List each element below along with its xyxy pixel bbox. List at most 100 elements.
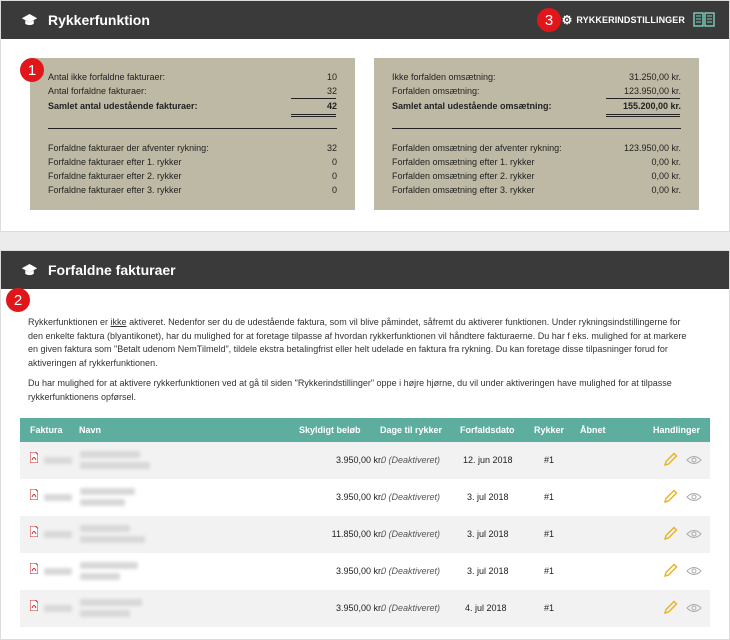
col-skyldigt-beloeb[interactable]: Skyldigt beløb <box>299 425 361 435</box>
total-double-line <box>606 114 680 117</box>
col-dage-til-rykker[interactable]: Dage til rykker <box>380 425 442 435</box>
summary-total-row: Samlet antal udestående fakturaer: 42 <box>48 101 337 111</box>
annotation-badge-2: 2 <box>6 288 30 312</box>
reminder-number: #1 <box>544 566 555 576</box>
summary-label: Forfalden omsætning: <box>392 86 480 96</box>
summary-label: Forfalden omsætning efter 1. rykker <box>392 157 535 167</box>
summary-total-value: 155.200,00 kr. <box>622 101 681 111</box>
table-row[interactable]: 3.950,00 kr. 0 (Deaktiveret) 4. jul 2018… <box>20 590 710 627</box>
summary-label: Forfalden omsætning der afventer rykning… <box>392 143 562 153</box>
summary-value: 10 <box>326 72 337 82</box>
settings-link-label: RYKKERINDSTILLINGER <box>576 15 685 25</box>
summary-label: Forfaldne fakturaer efter 2. rykker <box>48 171 182 181</box>
due-date: 3. jul 2018 <box>467 492 509 502</box>
summary-row: Ikke forfalden omsætning: 31.250,00 kr. <box>392 72 681 82</box>
col-navn[interactable]: Navn <box>79 425 101 435</box>
col-rykker[interactable]: Rykker <box>534 425 564 435</box>
reminder-number: #1 <box>544 492 555 502</box>
description-paragraph-2: Du har mulighed for at aktivere rykkerfu… <box>28 378 672 402</box>
description-emphasis: ikke <box>110 317 127 327</box>
summary-label: Antal forfaldne fakturaer: <box>48 86 147 96</box>
due-date: 12. jun 2018 <box>463 455 513 465</box>
book-icon[interactable] <box>693 11 715 29</box>
summary-total-row: Samlet antal udestående omsætning: 155.2… <box>392 101 681 111</box>
summary-row: Forfaldne fakturaer efter 3. rykker 0 <box>48 185 337 195</box>
summary-row: Forfalden omsætning der afventer rykning… <box>392 143 681 153</box>
eye-icon[interactable] <box>686 492 702 502</box>
divider <box>392 128 681 129</box>
col-forfaldsdato[interactable]: Forfaldsdato <box>460 425 515 435</box>
blurred-name-sub <box>80 573 120 580</box>
table-row[interactable]: 3.950,00 kr. 0 (Deaktiveret) 12. jun 201… <box>20 442 710 479</box>
table-row[interactable]: 3.950,00 kr. 0 (Deaktiveret) 3. jul 2018… <box>20 553 710 590</box>
days-to-reminder: 0 (Deaktiveret) <box>381 455 441 465</box>
amount: 3.950,00 kr. <box>335 455 383 465</box>
summary-value: 123.950,00 kr. <box>623 86 681 96</box>
summary-row: Forfalden omsætning efter 2. rykker 0,00… <box>392 171 681 181</box>
summary-value: 123.950,00 kr. <box>623 143 681 153</box>
summary-label: Forfaldne fakturaer efter 1. rykker <box>48 157 182 167</box>
eye-icon[interactable] <box>686 566 702 576</box>
graduation-hat-icon <box>21 14 38 26</box>
pdf-icon[interactable] <box>30 563 38 574</box>
summary-value: 31.250,00 kr. <box>628 72 681 82</box>
graduation-hat-icon <box>21 264 38 276</box>
pencil-icon[interactable] <box>664 489 678 503</box>
pencil-icon[interactable] <box>664 600 678 614</box>
blurred-name <box>80 562 138 569</box>
summary-total-value: 42 <box>326 101 337 111</box>
description-paragraph: Rykkerfunktionen er ikke aktiveret. Nede… <box>28 316 688 370</box>
gear-icon: ⚙ <box>561 13 573 27</box>
settings-link[interactable]: ⚙ RYKKERINDSTILLINGER <box>562 13 685 27</box>
reminder-number: #1 <box>544 455 555 465</box>
blurred-name-sub <box>80 610 130 617</box>
revenue-summary: Ikke forfalden omsætning: 31.250,00 kr. … <box>374 58 699 210</box>
pencil-icon[interactable] <box>664 452 678 466</box>
days-to-reminder: 0 (Deaktiveret) <box>381 566 441 576</box>
summary-value: 0 <box>331 157 337 167</box>
eye-icon[interactable] <box>686 529 702 539</box>
col-faktura[interactable]: Faktura <box>30 425 63 435</box>
summary-value: 0 <box>331 185 337 195</box>
table-row[interactable]: 3.950,00 kr. 0 (Deaktiveret) 3. jul 2018… <box>20 479 710 516</box>
pdf-icon[interactable] <box>30 600 38 611</box>
col-aabnet[interactable]: Åbnet <box>580 425 606 435</box>
description-text: Rykkerfunktionen er <box>28 317 111 327</box>
summary-row: Forfaldne fakturaer der afventer rykning… <box>48 143 337 153</box>
blurred-name <box>80 488 135 495</box>
pencil-icon[interactable] <box>664 526 678 540</box>
subtotal-line <box>291 98 336 99</box>
eye-icon[interactable] <box>686 455 702 465</box>
pdf-icon[interactable] <box>30 489 38 500</box>
summary-label: Forfaldne fakturaer efter 3. rykker <box>48 185 182 195</box>
pencil-icon[interactable] <box>664 563 678 577</box>
summary-value: 0,00 kr. <box>651 171 681 181</box>
reminder-number: #1 <box>544 603 555 613</box>
description-text: aktiveret. Nedenfor ser du de udestående… <box>28 317 687 368</box>
blurred-name <box>80 451 140 458</box>
summary-value: 0,00 kr. <box>651 157 681 167</box>
summary-label: Antal ikke forfaldne fakturaer: <box>48 72 166 82</box>
blurred-name-sub <box>80 536 145 543</box>
table-row[interactable]: 11.850,00 kr. 0 (Deaktiveret) 3. jul 201… <box>20 516 710 553</box>
summary-total-label: Samlet antal udestående fakturaer: <box>48 101 198 111</box>
pdf-icon[interactable] <box>30 526 38 537</box>
summary-row: Antal ikke forfaldne fakturaer: 10 <box>48 72 337 82</box>
blurred-invoice-number <box>44 568 72 575</box>
blurred-invoice-number <box>44 494 72 501</box>
amount: 3.950,00 kr. <box>335 603 383 613</box>
eye-icon[interactable] <box>686 603 702 613</box>
blurred-name-sub <box>80 499 125 506</box>
summary-row: Antal forfaldne fakturaer: 32 <box>48 86 337 96</box>
annotation-badge-1: 1 <box>20 58 44 82</box>
summary-value: 32 <box>326 143 337 153</box>
days-to-reminder: 0 (Deaktiveret) <box>381 492 441 502</box>
summary-total-label: Samlet antal udestående omsætning: <box>392 101 552 111</box>
blurred-name <box>80 599 142 606</box>
summary-label: Ikke forfalden omsætning: <box>392 72 496 82</box>
summary-label: Forfalden omsætning efter 3. rykker <box>392 185 535 195</box>
annotation-badge-3: 3 <box>537 8 561 32</box>
blurred-invoice-number <box>44 457 72 464</box>
pdf-icon[interactable] <box>30 452 38 463</box>
invoice-count-summary: Antal ikke forfaldne fakturaer: 10 Antal… <box>30 58 355 210</box>
